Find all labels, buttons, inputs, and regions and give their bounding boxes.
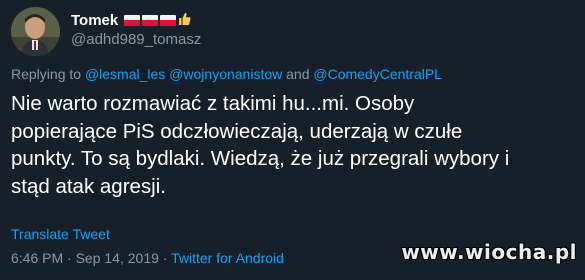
site-watermark: www.wiocha.pl	[401, 240, 577, 264]
poland-flag-icon	[160, 14, 177, 26]
avatar[interactable]	[11, 7, 60, 56]
poland-flag-icon	[142, 14, 159, 26]
poland-flag-icon	[124, 14, 141, 26]
author-name-row[interactable]: Tomek	[71, 9, 191, 31]
replying-to-label: Replying to	[11, 66, 82, 82]
meta-separator: ·	[158, 250, 172, 266]
tweet-time[interactable]: 6:46 PM	[11, 250, 63, 266]
replying-to-conjunction: and	[286, 66, 310, 82]
display-name[interactable]: Tomek	[71, 12, 118, 29]
mention-link[interactable]: @ComedyCentralPL	[313, 66, 442, 82]
translate-tweet-link[interactable]: Translate Tweet	[11, 226, 110, 242]
tweet-metadata: 6:46 PM · Sep 14, 2019 · Twitter for And…	[11, 250, 284, 266]
tweet-source-link[interactable]: Twitter for Android	[171, 250, 284, 266]
thumbs-up-icon	[178, 12, 191, 28]
tweet-date[interactable]: Sep 14, 2019	[76, 250, 159, 266]
mention-link[interactable]: @wojnyonanistow	[169, 66, 282, 82]
replying-to-line: Replying to @lesmal_les @wojnyonanistow …	[11, 66, 442, 82]
mention-link[interactable]: @lesmal_les	[85, 66, 165, 82]
meta-separator: ·	[63, 250, 76, 266]
avatar-image	[11, 7, 60, 56]
tweet-card: Tomek @adhd989_tomasz Replying to @lesma…	[0, 0, 585, 280]
name-emojis	[124, 12, 191, 28]
author-handle[interactable]: @adhd989_tomasz	[71, 31, 201, 48]
tweet-text: Nie warto rozmawiać z takimi hu...mi. Os…	[11, 92, 510, 198]
